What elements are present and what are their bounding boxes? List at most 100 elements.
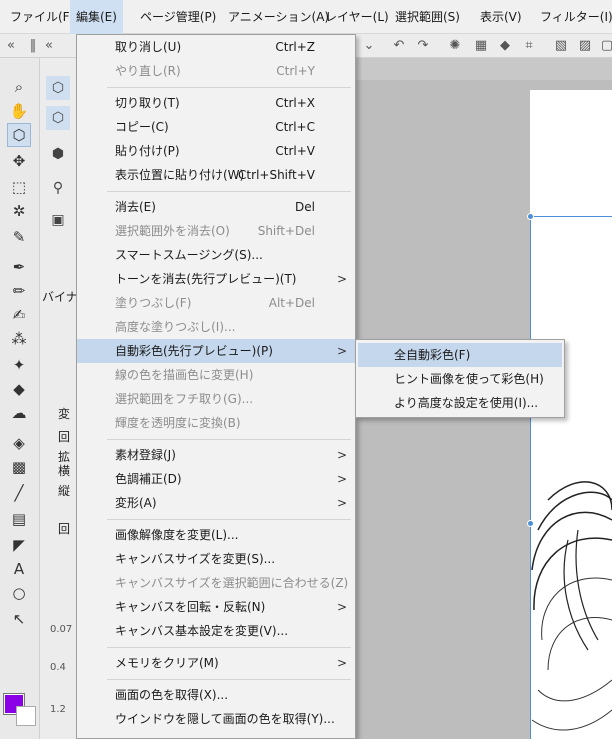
auto-color-submenu: 全自動彩色(F) ヒント画像を使って彩色(H) より高度な設定を使用(I)... <box>355 339 565 418</box>
hand-icon[interactable]: ✋ <box>8 100 30 122</box>
eyedropper-icon[interactable]: ✎ <box>8 226 30 248</box>
object-subtool-icon[interactable]: ⬡ <box>46 76 70 100</box>
menu-item-label: コピー(C) <box>115 120 169 134</box>
submenu-arrow-icon: > <box>336 272 347 286</box>
zoom-icon[interactable]: ⌕ <box>8 76 30 98</box>
submenu-item-hint-image-color[interactable]: ヒント画像を使って彩色(H) <box>358 367 562 391</box>
menu-item-border-selection[interactable]: 選択範囲をフチ取り(G)... <box>77 387 355 411</box>
sub-tool-panel: ⬡ ⬡ ⬢ ⚲ ▣ <box>40 58 76 739</box>
panel-icon[interactable]: ▣ <box>46 208 70 232</box>
menu-item-hide-window-get-color[interactable]: ウインドウを隠して画面の色を取得(Y)... <box>77 707 355 731</box>
clear-icon[interactable]: ▦ <box>472 37 490 55</box>
menu-item-label: メモリをクリア(M) <box>115 656 219 670</box>
brush-icon[interactable]: ✍ <box>8 304 30 326</box>
menu-item-advanced-fill[interactable]: 高度な塗りつぶし(I)... <box>77 315 355 339</box>
menu-item-redo[interactable]: やり直し(R) Ctrl+Y <box>77 59 355 83</box>
collapse-left-icon[interactable]: « <box>2 37 20 55</box>
decoration-icon[interactable]: ✦ <box>8 354 30 376</box>
fill-bucket-icon[interactable]: ◈ <box>8 432 30 454</box>
layer-move-icon[interactable]: ⬢ <box>46 142 70 166</box>
object-select-icon[interactable]: ⬡ <box>7 123 31 147</box>
text-icon[interactable]: A <box>8 558 30 580</box>
menu-edit[interactable]: 編集(E) <box>70 0 123 34</box>
menu-item-auto-color[interactable]: 自動彩色(先行プレビュー)(P) > <box>77 339 355 363</box>
menu-animation[interactable]: アニメーション(A) <box>228 0 329 34</box>
panel-label-4: 横 <box>58 464 71 478</box>
balloon-icon[interactable]: ○ <box>8 582 30 604</box>
menu-item-tonal-correction[interactable]: 色調補正(D) > <box>77 467 355 491</box>
ruler-icon[interactable]: ◤ <box>8 534 30 556</box>
menu-item-fill[interactable]: 塗りつぶし(F) Alt+Del <box>77 291 355 315</box>
submenu-item-full-auto-color[interactable]: 全自動彩色(F) <box>358 343 562 367</box>
transform-handle[interactable] <box>527 213 534 220</box>
panel-number-1: 0.07 <box>50 624 73 635</box>
collapse-icon[interactable]: « <box>40 37 58 55</box>
menu-selection[interactable]: 選択範囲(S) <box>395 0 460 34</box>
undo-icon[interactable]: ↶ <box>390 37 408 55</box>
menu-item-label: キャンバス基本設定を変更(V)... <box>115 624 289 638</box>
menu-page[interactable]: ページ管理(P) <box>140 0 216 34</box>
menu-item-register-material[interactable]: 素材登録(J) > <box>77 443 355 467</box>
menu-item-undo[interactable]: 取り消し(U) Ctrl+Z <box>77 35 355 59</box>
deselect-icon[interactable]: ▢ <box>598 37 612 55</box>
gradient-icon[interactable]: ▩ <box>8 456 30 478</box>
airbrush-icon[interactable]: ⁂ <box>8 328 30 350</box>
menu-item-paste[interactable]: 貼り付け(P) Ctrl+V <box>77 139 355 163</box>
loading-icon[interactable]: ✺ <box>446 37 464 55</box>
submenu-arrow-icon: > <box>336 344 347 358</box>
line-icon[interactable]: ╱ <box>8 482 30 504</box>
submenu-item-label: 全自動彩色(F) <box>394 348 471 362</box>
crop-icon[interactable]: ▨ <box>576 37 594 55</box>
menu-item-clear-memory[interactable]: メモリをクリア(M) > <box>77 651 355 675</box>
submenu-arrow-icon: > <box>336 656 347 670</box>
menu-item-change-resolution[interactable]: 画像解像度を変更(L)... <box>77 523 355 547</box>
menu-item-paste-in-place[interactable]: 表示位置に貼り付け(W) Ctrl+Shift+V <box>77 163 355 187</box>
menu-filter[interactable]: フィルター(I) <box>540 0 612 34</box>
menu-item-label: 自動彩色(先行プレビュー)(P) <box>115 344 273 358</box>
menu-item-cut[interactable]: 切り取り(T) Ctrl+X <box>77 91 355 115</box>
menu-item-rotate-flip-canvas[interactable]: キャンバスを回転・反転(N) > <box>77 595 355 619</box>
menu-item-shortcut: Ctrl+Shift+V <box>238 168 315 182</box>
tool-palette: ⌕ ✋ ⬡ ✥ ⬚ ✲ ✎ ✒ ✏ ✍ ⁂ ✦ ◆ ☁ ◈ ▩ ╱ ▤ ◤ A … <box>0 58 40 739</box>
pencil-icon[interactable]: ✏ <box>8 280 30 302</box>
menu-bar: ファイル(F) 編集(E) ページ管理(P) アニメーション(A) レイヤー(L… <box>0 0 612 34</box>
blend-icon[interactable]: ☁ <box>8 402 30 424</box>
menu-separator <box>107 439 351 440</box>
menu-file[interactable]: ファイル(F) <box>10 0 74 34</box>
menu-layer[interactable]: レイヤー(L) <box>325 0 389 34</box>
menu-item-get-screen-color[interactable]: 画面の色を取得(X)... <box>77 683 355 707</box>
submenu-item-label: ヒント画像を使って彩色(H) <box>394 372 544 386</box>
menu-item-change-line-color[interactable]: 線の色を描画色に変更(H) <box>77 363 355 387</box>
transform-icon[interactable]: ⌗ <box>520 37 538 55</box>
menu-item-label: キャンバスサイズを選択範囲に合わせる(Z) <box>115 576 349 590</box>
move-icon[interactable]: ✥ <box>8 150 30 172</box>
menu-item-canvas-settings[interactable]: キャンバス基本設定を変更(V)... <box>77 619 355 643</box>
dropdown-chevron-icon[interactable]: ⌄ <box>360 37 378 55</box>
menu-item-copy[interactable]: コピー(C) Ctrl+C <box>77 115 355 139</box>
menu-item-fit-canvas-to-selection[interactable]: キャンバスサイズを選択範囲に合わせる(Z) <box>77 571 355 595</box>
fill-icon[interactable]: ◆ <box>496 37 514 55</box>
magic-wand-icon[interactable]: ✲ <box>8 200 30 222</box>
menu-view[interactable]: 表示(V) <box>480 0 522 34</box>
panel-label-6: 回 <box>58 522 71 536</box>
hide-outside-icon[interactable]: ▧ <box>552 37 570 55</box>
menu-item-clear-outside[interactable]: 選択範囲外を消去(O) Shift+Del <box>77 219 355 243</box>
menu-item-erase-tone[interactable]: トーンを消去(先行プレビュー)(T) > <box>77 267 355 291</box>
menu-item-change-canvas-size[interactable]: キャンバスサイズを変更(S)... <box>77 547 355 571</box>
layer-select-icon[interactable]: ⬡ <box>46 106 70 130</box>
selection-rect-icon[interactable]: ⬚ <box>8 176 30 198</box>
menu-item-luminance-to-opacity[interactable]: 輝度を透明度に変換(B) <box>77 411 355 435</box>
menu-item-label: 画面の色を取得(X)... <box>115 688 229 702</box>
menu-item-clear[interactable]: 消去(E) Del <box>77 195 355 219</box>
eraser-icon[interactable]: ◆ <box>8 378 30 400</box>
redo-icon[interactable]: ↷ <box>414 37 432 55</box>
menu-item-smart-smoothing[interactable]: スマートスムージング(S)... <box>77 243 355 267</box>
reference-icon[interactable]: ⚲ <box>46 176 70 200</box>
pen-icon[interactable]: ✒ <box>8 256 30 278</box>
submenu-item-advanced-settings[interactable]: より高度な設定を使用(I)... <box>358 391 562 415</box>
frame-icon[interactable]: ▤ <box>8 508 30 530</box>
menu-separator <box>107 679 351 680</box>
correct-line-icon[interactable]: ↖ <box>8 608 30 630</box>
sub-color-swatch[interactable] <box>16 706 36 726</box>
menu-item-transform[interactable]: 変形(A) > <box>77 491 355 515</box>
